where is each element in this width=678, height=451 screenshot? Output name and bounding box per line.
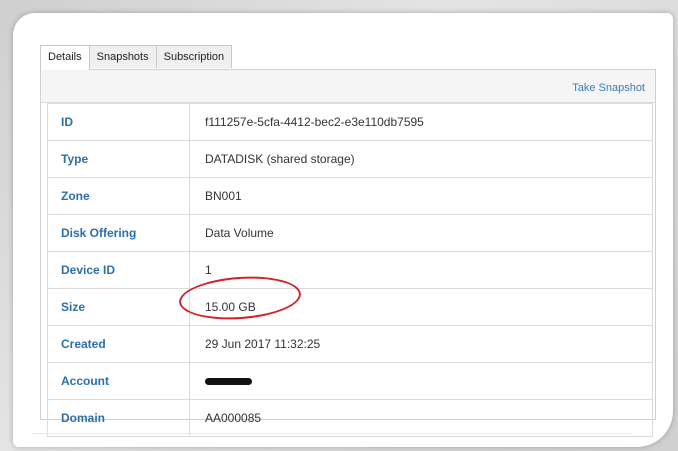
field-label-type: Type	[47, 140, 190, 178]
field-value-account	[189, 362, 653, 400]
tab-bar: Details Snapshots Subscription	[40, 45, 233, 70]
field-label-created: Created	[47, 325, 190, 363]
field-label-zone: Zone	[47, 177, 190, 215]
tab-subscription[interactable]: Subscription	[155, 45, 233, 68]
table-row: Size 15.00 GB	[47, 288, 653, 326]
tab-content: Take Snapshot ID f111257e-5cfa-4412-bec2…	[40, 69, 656, 437]
table-row: Created 29 Jun 2017 11:32:25	[47, 325, 653, 363]
field-value-type: DATADISK (shared storage)	[189, 140, 653, 178]
tab-details[interactable]: Details	[40, 45, 90, 70]
field-value-size: 15.00 GB	[189, 288, 653, 326]
divider	[32, 433, 632, 434]
field-label-id: ID	[47, 103, 190, 141]
table-row: Device ID 1	[47, 251, 653, 289]
tab-snapshots[interactable]: Snapshots	[88, 45, 157, 68]
field-value-domain: AA000085	[189, 399, 653, 437]
table-row: ID f111257e-5cfa-4412-bec2-e3e110db7595	[47, 103, 653, 141]
table-row: Type DATADISK (shared storage)	[47, 140, 653, 178]
details-toolbar: Take Snapshot	[41, 70, 655, 103]
take-snapshot-link[interactable]: Take Snapshot	[572, 82, 645, 94]
table-row: Domain AA000085	[47, 399, 653, 437]
field-value-created: 29 Jun 2017 11:32:25	[189, 325, 653, 363]
table-row: Account	[47, 362, 653, 400]
field-label-domain: Domain	[47, 399, 190, 437]
field-label-disk-offering: Disk Offering	[47, 214, 190, 252]
table-row: Zone BN001	[47, 177, 653, 215]
details-table: ID f111257e-5cfa-4412-bec2-e3e110db7595 …	[47, 103, 653, 437]
table-row: Disk Offering Data Volume	[47, 214, 653, 252]
redaction-mark	[205, 378, 252, 386]
field-value-zone: BN001	[189, 177, 653, 215]
field-label-size: Size	[47, 288, 190, 326]
field-label-account: Account	[47, 362, 190, 400]
field-value-device-id: 1	[189, 251, 653, 289]
field-label-device-id: Device ID	[47, 251, 190, 289]
field-value-disk-offering: Data Volume	[189, 214, 653, 252]
field-value-id: f111257e-5cfa-4412-bec2-e3e110db7595	[189, 103, 653, 141]
